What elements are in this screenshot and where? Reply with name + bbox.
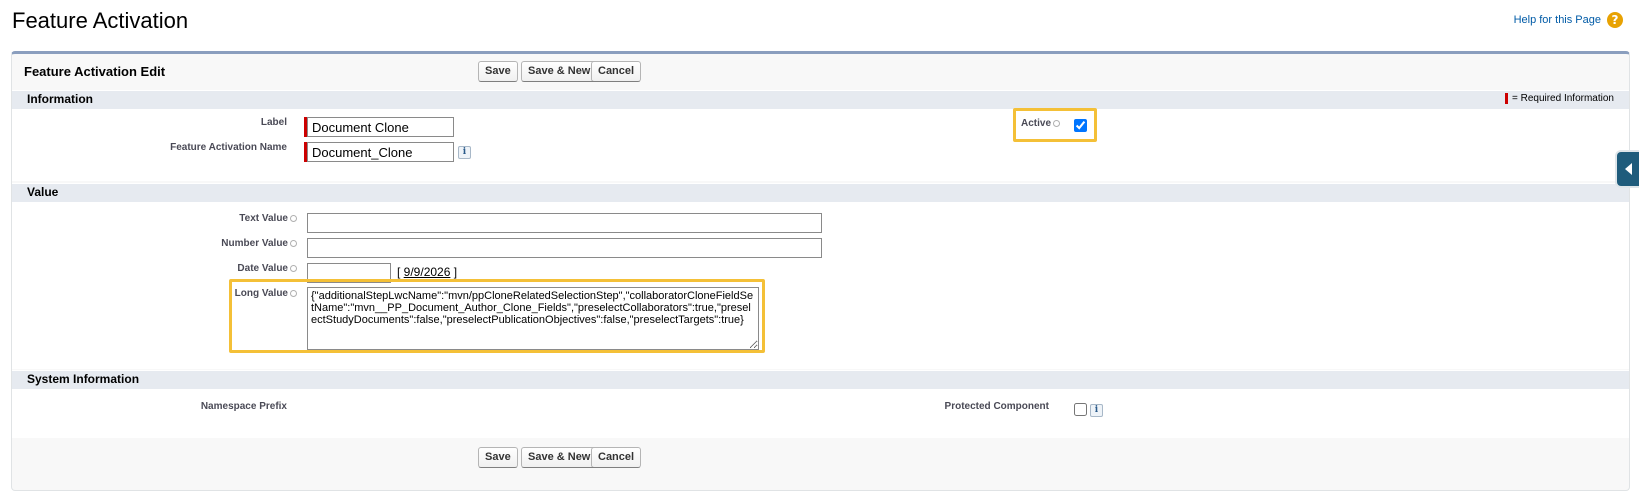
edit-panel: Feature Activation Edit Save Save & New … [11,51,1630,491]
label-field-label: Label [260,117,287,128]
info-icon[interactable]: i [1090,404,1103,417]
active-label: Active [1021,118,1061,129]
section-title: Value [27,185,59,199]
help-dot-icon [290,214,297,222]
long-value-textarea[interactable] [307,287,759,350]
required-marker [1504,93,1508,104]
long-value-label: Long Value [235,288,297,299]
help-link[interactable]: Help for this Page [1514,14,1601,26]
panel-header: Feature Activation Edit Save Save & New … [12,54,1629,90]
save-button[interactable]: Save [478,61,518,82]
sidebar-toggle[interactable] [1617,152,1639,186]
system-section-header: System Information [12,370,1629,389]
save-new-button-bottom[interactable]: Save & New [521,447,598,468]
number-value-input[interactable] [307,238,822,258]
feature-activation-name-input[interactable] [307,142,454,162]
help-dot-icon [290,239,297,247]
question-icon[interactable]: ? [1607,12,1623,28]
date-value-label: Date Value [237,263,297,274]
section-title: System Information [27,372,140,386]
name-field-label: Feature Activation Name [170,142,287,153]
help-area: Help for this Page ? [1514,12,1623,28]
protected-component-checkbox[interactable] [1074,403,1087,416]
information-section-header: Information = Required Information [12,90,1629,109]
help-dot-icon [290,264,297,272]
help-dot-icon [290,289,297,297]
system-section-body: Namespace Prefix Protected Component i [12,389,1629,438]
value-section-body: Text Value Number Value Date Value [ 9/9… [12,202,1629,369]
text-value-label: Text Value [239,213,297,224]
save-new-button[interactable]: Save & New [521,61,598,82]
protected-component-label: Protected Component [944,401,1049,412]
namespace-prefix-label: Namespace Prefix [200,401,287,412]
label-input[interactable] [307,117,454,137]
value-section-header: Value [12,183,1629,202]
panel-title: Feature Activation Edit [24,64,166,79]
required-legend: = Required Information [1504,93,1614,104]
today-date-link-wrap: [ 9/9/2026 ] [397,265,458,279]
today-date-link[interactable]: 9/9/2026 [404,265,451,279]
cancel-button[interactable]: Cancel [591,61,642,82]
arrow-left-icon [1624,163,1632,175]
help-dot-icon [1053,119,1061,127]
information-section-body: Label Feature Activation Name i Active [12,108,1629,181]
section-title: Information [27,92,93,106]
active-checkbox[interactable] [1074,119,1087,132]
page-title: Feature Activation [12,8,189,33]
info-icon[interactable]: i [458,146,471,159]
required-legend-text: = Required Information [1511,93,1614,104]
save-button-bottom[interactable]: Save [478,447,518,468]
text-value-input[interactable] [307,213,822,233]
number-value-label: Number Value [221,238,297,249]
cancel-button-bottom[interactable]: Cancel [591,447,642,468]
